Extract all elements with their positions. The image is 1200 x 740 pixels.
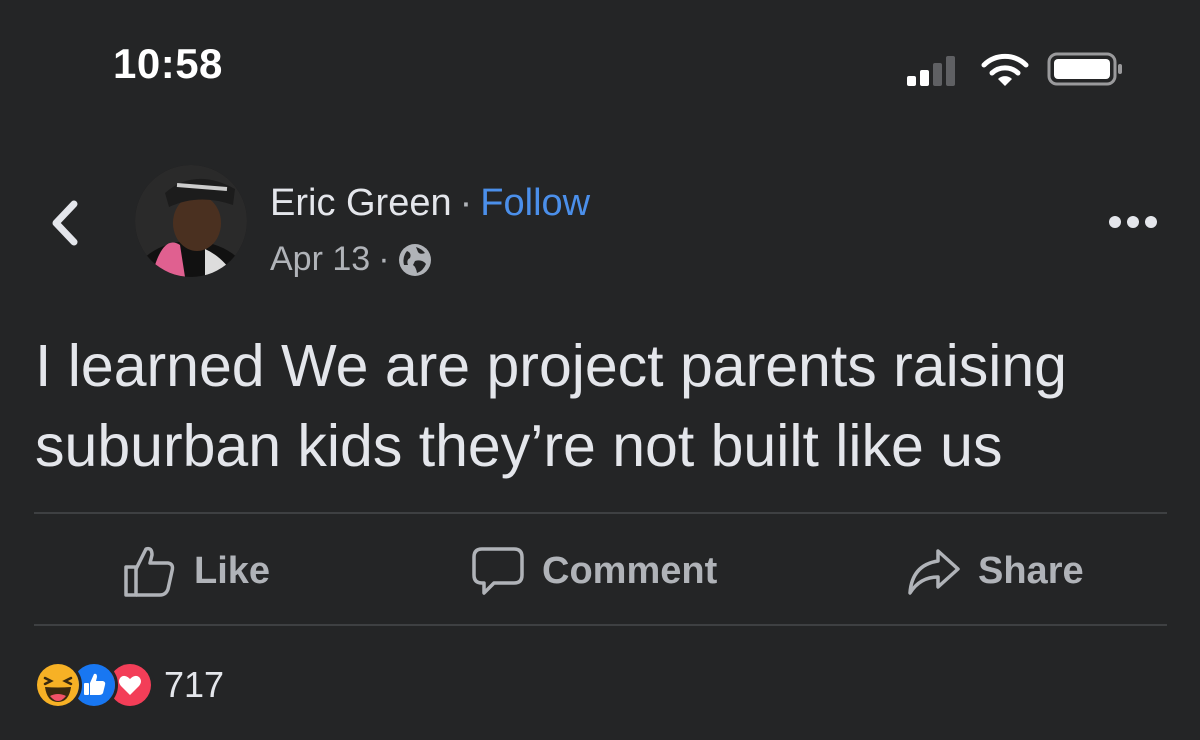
divider xyxy=(34,512,1167,514)
separator-dot: · xyxy=(459,182,473,224)
back-button[interactable] xyxy=(44,198,84,248)
author-name[interactable]: Eric Green xyxy=(270,182,452,224)
post-text: I learned We are project parents raising… xyxy=(35,333,1067,479)
share-arrow-icon xyxy=(908,549,960,595)
status-icons xyxy=(905,48,1125,88)
reactions-summary[interactable]: 717 xyxy=(34,660,224,710)
comment-label: Comment xyxy=(542,549,718,592)
globe-icon xyxy=(398,243,431,276)
share-label: Share xyxy=(978,549,1084,592)
more-options-button[interactable] xyxy=(1108,212,1158,232)
meta-separator: · xyxy=(378,240,390,278)
share-button[interactable]: Share xyxy=(906,540,1084,602)
like-label: Like xyxy=(194,549,271,592)
divider xyxy=(34,624,1167,626)
comment-icon xyxy=(472,547,524,595)
comment-button[interactable]: Comment xyxy=(470,540,717,602)
follow-button[interactable]: Follow xyxy=(480,182,590,224)
haha-reaction-icon xyxy=(34,661,82,709)
signal-icon xyxy=(907,56,955,86)
author-line: Eric Green · Follow xyxy=(270,182,590,225)
status-time: 10:58 xyxy=(113,40,223,87)
reaction-count: 717 xyxy=(164,664,225,705)
avatar-image xyxy=(135,165,247,277)
author-avatar[interactable] xyxy=(135,165,247,277)
like-button[interactable]: Like xyxy=(122,540,270,602)
battery-icon xyxy=(1047,52,1122,86)
chevron-left-icon xyxy=(52,200,78,246)
post-meta: Apr 13 · xyxy=(270,240,432,279)
ellipsis-icon xyxy=(1109,216,1157,228)
post-date[interactable]: Apr 13 xyxy=(270,240,370,279)
wifi-icon xyxy=(981,53,1029,86)
thumbs-up-icon xyxy=(124,546,175,597)
